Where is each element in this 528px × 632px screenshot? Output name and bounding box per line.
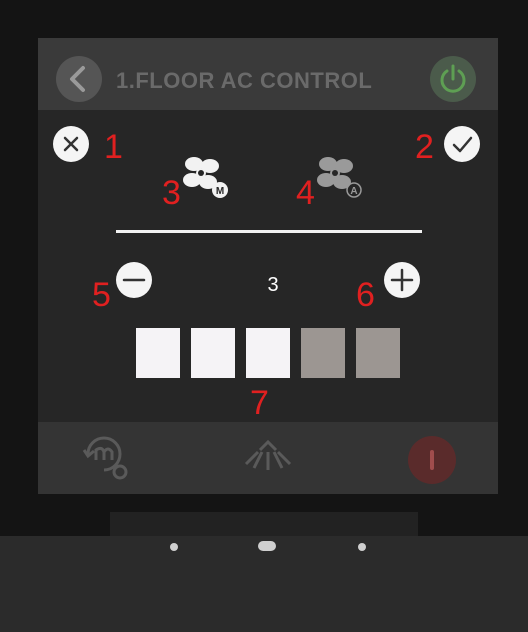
confirm-button[interactable] bbox=[444, 126, 480, 162]
label-7: 7 bbox=[250, 384, 269, 422]
increase-button[interactable] bbox=[384, 262, 420, 298]
label-5: 5 bbox=[92, 276, 111, 314]
close-icon bbox=[63, 136, 79, 152]
divider-line bbox=[116, 230, 422, 233]
label-1: 1 bbox=[104, 128, 123, 166]
air-swing-icon bbox=[244, 439, 292, 470]
level-block-5[interactable] bbox=[356, 328, 400, 378]
decrease-button[interactable] bbox=[116, 262, 152, 298]
swing-button[interactable] bbox=[242, 436, 294, 480]
fan-auto-icon: A bbox=[317, 157, 362, 198]
status-led-center bbox=[258, 541, 276, 551]
power-button[interactable] bbox=[430, 56, 476, 102]
plus-icon bbox=[390, 268, 414, 292]
label-3: 3 bbox=[162, 174, 181, 212]
label-2: 2 bbox=[415, 128, 434, 166]
page-title: 1.FLOOR AC CONTROL bbox=[116, 68, 373, 93]
status-led-right bbox=[358, 543, 366, 551]
footer-bar bbox=[38, 422, 498, 494]
level-block-1[interactable] bbox=[136, 328, 180, 378]
fan-auto-option[interactable]: A bbox=[314, 152, 368, 202]
mode-settings-button[interactable] bbox=[78, 432, 134, 484]
cancel-button[interactable] bbox=[53, 126, 89, 162]
back-button[interactable] bbox=[56, 56, 102, 102]
label-4: 4 bbox=[296, 174, 315, 212]
fan-auto-badge: A bbox=[350, 186, 357, 197]
level-block-2[interactable] bbox=[191, 328, 235, 378]
fan-manual-icon: M bbox=[183, 157, 228, 198]
fan-manual-option[interactable]: M bbox=[180, 152, 234, 202]
label-6: 6 bbox=[356, 276, 375, 314]
level-block-4[interactable] bbox=[301, 328, 345, 378]
minus-icon bbox=[122, 278, 146, 282]
chevron-left-icon bbox=[70, 66, 85, 92]
screen: 1.FLOOR AC CONTROL 1 2 M 3 A 4 5 3 6 7 bbox=[38, 38, 498, 494]
header-bar: 1.FLOOR AC CONTROL bbox=[38, 38, 498, 110]
power-button-icon bbox=[430, 450, 434, 470]
speed-level-value: 3 bbox=[267, 274, 279, 296]
level-block-3[interactable] bbox=[246, 328, 290, 378]
footer-power-button[interactable] bbox=[408, 436, 456, 484]
power-icon bbox=[440, 64, 466, 93]
mode-settings-icon bbox=[82, 436, 128, 480]
check-icon bbox=[452, 136, 473, 153]
status-led-left bbox=[170, 543, 178, 551]
fan-manual-badge: M bbox=[216, 186, 224, 197]
